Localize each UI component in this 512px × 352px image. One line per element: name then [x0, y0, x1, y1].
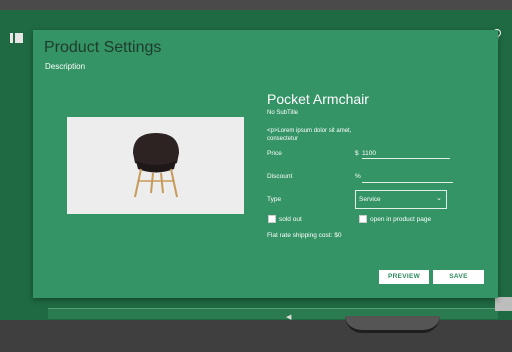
chevron-down-icon: ⌄	[436, 195, 442, 202]
discount-label: Discount	[267, 173, 293, 180]
price-currency: $	[355, 150, 359, 157]
sold-out-label: sold out	[279, 215, 302, 223]
product-settings-dialog: Product Settings Description Pocket Armc…	[33, 30, 498, 298]
price-input[interactable]	[362, 148, 450, 159]
price-label: Price	[267, 150, 282, 157]
sidebar-toggle-icon[interactable]	[10, 33, 23, 43]
background-product-image	[345, 316, 440, 333]
type-select[interactable]: Service ⌄	[355, 190, 447, 209]
preview-button[interactable]: PREVIEW	[379, 270, 429, 284]
armchair-illustration	[133, 133, 179, 198]
checkbox-box[interactable]	[359, 215, 367, 223]
type-label: Type	[267, 196, 282, 203]
discount-input[interactable]	[362, 172, 453, 183]
checkbox-box[interactable]	[268, 215, 276, 223]
tab-description[interactable]: Description	[45, 62, 85, 71]
product-description[interactable]: <p>Lorem ipsum dolor sit amet, consectet…	[267, 127, 357, 143]
product-image	[67, 117, 244, 214]
dialog-title: Product Settings	[44, 39, 162, 56]
sold-out-checkbox[interactable]: sold out	[268, 215, 302, 223]
shipping-info: Flat rate shipping cost: $0	[267, 232, 342, 239]
discount-percent: %	[355, 173, 361, 180]
product-subtitle[interactable]: No SubTitle	[267, 110, 298, 116]
background-panel-edge	[495, 297, 512, 311]
open-in-page-checkbox[interactable]: open in product page	[359, 215, 431, 223]
open-in-page-label: open in product page	[370, 215, 432, 223]
save-button[interactable]: SAVE	[433, 270, 484, 284]
scroll-arrow-icon[interactable]: ◀	[286, 313, 291, 321]
product-name[interactable]: Pocket Armchair	[267, 91, 369, 107]
app-top-bar	[0, 0, 512, 10]
type-select-value: Service	[359, 196, 381, 203]
